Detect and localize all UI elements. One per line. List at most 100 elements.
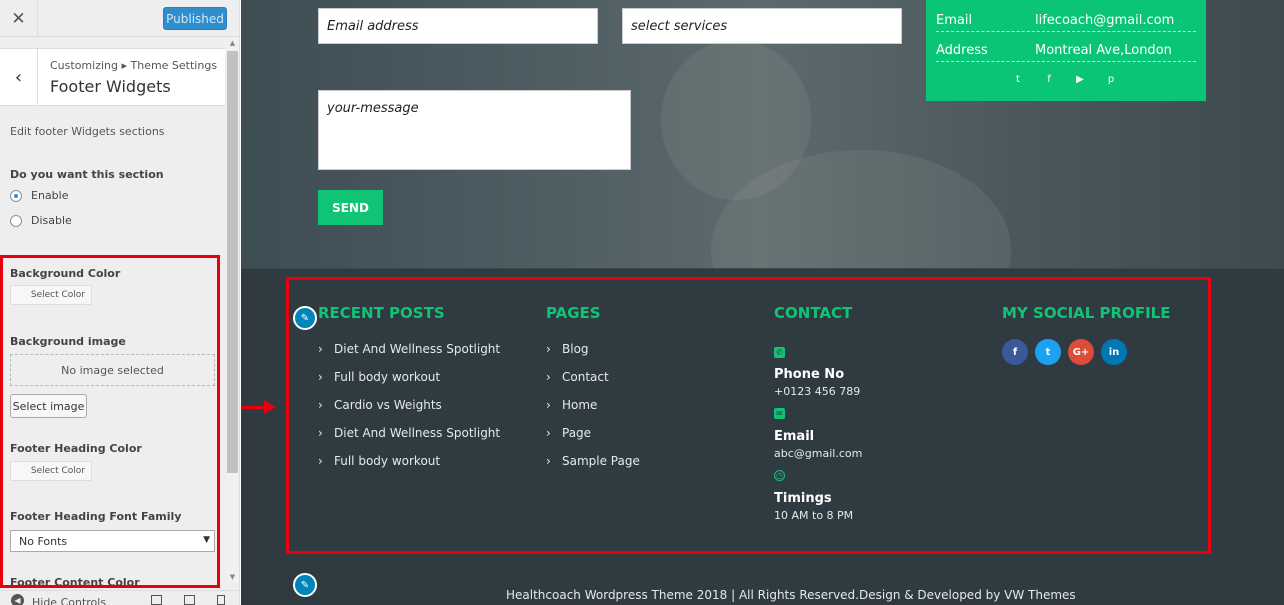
chevron-right-icon: › xyxy=(546,454,551,468)
contact-card-row: Address Montreal Ave,London xyxy=(936,38,1196,62)
services-select[interactable]: select services xyxy=(622,8,902,44)
recent-post-link[interactable]: › Diet And Wellness Spotlight xyxy=(318,342,500,356)
page-link[interactable]: › Sample Page xyxy=(546,454,640,468)
breadcrumb: Customizing ▸ Theme Settings xyxy=(50,59,218,72)
page-link[interactable]: › Page xyxy=(546,426,591,440)
footer-heading-color-label: Footer Heading Color xyxy=(10,442,142,455)
message-textarea[interactable]: your-message xyxy=(318,90,631,170)
section-toggle-title: Do you want this section xyxy=(10,168,164,181)
email-label: Email xyxy=(774,429,815,444)
hide-controls-icon[interactable]: ◀ xyxy=(11,594,24,605)
page-link[interactable]: › Blog xyxy=(546,342,589,356)
chevron-right-icon: › xyxy=(318,426,323,440)
background-image-label: Background image xyxy=(10,335,126,348)
page-title[interactable]: Contact xyxy=(562,370,609,384)
edit-pencil-icon[interactable]: ✎ xyxy=(293,573,317,597)
font-family-select[interactable]: No Fonts ▼ xyxy=(10,530,215,552)
footer-heading-font-label: Footer Heading Font Family xyxy=(10,510,182,523)
youtube-icon[interactable]: ▶ xyxy=(1074,74,1086,85)
published-button[interactable]: Published xyxy=(163,7,227,30)
tablet-preview-icon[interactable] xyxy=(184,595,195,605)
facebook-icon[interactable]: f xyxy=(1002,339,1028,365)
pinterest-icon[interactable]: p xyxy=(1105,74,1117,85)
google-plus-icon[interactable]: G+ xyxy=(1068,339,1094,365)
radio-unchecked-icon[interactable] xyxy=(10,214,22,227)
linkedin-icon[interactable]: in xyxy=(1101,339,1127,365)
recent-post-link[interactable]: › Full body workout xyxy=(318,370,440,384)
social-profile-heading: MY SOCIAL PROFILE xyxy=(1002,304,1171,322)
customizer-header: ✕ Published xyxy=(0,0,239,37)
recent-post-link[interactable]: › Full body workout xyxy=(318,454,440,468)
contact-card-value[interactable]: lifecoach@gmail.com xyxy=(1035,13,1174,28)
send-button[interactable]: SEND xyxy=(318,190,383,225)
hide-controls-button[interactable]: Hide Controls xyxy=(32,596,106,605)
email-value[interactable]: abc@gmail.com xyxy=(774,447,862,460)
chevron-right-icon: › xyxy=(546,426,551,440)
page-title[interactable]: Blog xyxy=(562,342,589,356)
copyright-text: Healthcoach Wordpress Theme 2018 | All R… xyxy=(506,588,1076,602)
enable-radio[interactable]: Enable xyxy=(10,189,68,202)
section-header: ‹ Customizing ▸ Theme Settings Footer Wi… xyxy=(0,48,225,106)
contact-card-row: Email lifecoach@gmail.com xyxy=(936,8,1196,32)
disable-label: Disable xyxy=(31,214,72,227)
timings-value: 10 AM to 8 PM xyxy=(774,509,854,522)
recent-post-title[interactable]: Cardio vs Weights xyxy=(334,398,442,412)
chevron-right-icon: › xyxy=(546,398,551,412)
footer-content-color-label: Footer Content Color xyxy=(10,576,140,589)
desktop-preview-icon[interactable] xyxy=(151,595,162,605)
background-color-picker[interactable]: Select Color xyxy=(10,285,92,305)
edit-pencil-icon[interactable]: ✎ xyxy=(293,306,317,330)
recent-post-title[interactable]: Diet And Wellness Spotlight xyxy=(334,426,500,440)
chevron-right-icon: › xyxy=(318,454,323,468)
radio-checked-icon[interactable] xyxy=(10,189,22,202)
phone-value: +0123 456 789 xyxy=(774,385,861,398)
site-preview: Email address select services your-messa… xyxy=(241,0,1284,605)
scrollbar-thumb[interactable] xyxy=(227,51,238,473)
enable-label: Enable xyxy=(31,189,69,202)
footer-heading-color-picker[interactable]: Select Color xyxy=(10,461,92,481)
contact-card-value: Montreal Ave,London xyxy=(1035,43,1172,58)
chevron-right-icon: › xyxy=(318,370,323,384)
facebook-icon[interactable]: f xyxy=(1043,74,1055,85)
chevron-right-icon: › xyxy=(318,342,323,356)
close-icon[interactable]: ✕ xyxy=(0,0,38,37)
recent-post-title[interactable]: Full body workout xyxy=(334,454,440,468)
twitter-icon[interactable]: t xyxy=(1035,339,1061,365)
annotation-arrow-head xyxy=(264,400,276,414)
page-title[interactable]: Home xyxy=(562,398,597,412)
recent-post-title[interactable]: Full body workout xyxy=(334,370,440,384)
background-color-label: Background Color xyxy=(10,267,121,280)
sidebar-scrollbar[interactable]: ▲ ▼ xyxy=(225,37,239,583)
page-title[interactable]: Sample Page xyxy=(562,454,640,468)
customizer-sidebar: ✕ Published ‹ Customizing ▸ Theme Settin… xyxy=(0,0,240,605)
recent-post-link[interactable]: › Diet And Wellness Spotlight xyxy=(318,426,500,440)
image-placeholder: No image selected xyxy=(10,354,215,386)
contact-heading: CONTACT xyxy=(774,304,853,322)
email-input[interactable]: Email address xyxy=(318,8,598,44)
contact-card-key: Email xyxy=(936,13,973,28)
recent-posts-heading: RECENT POSTS xyxy=(318,304,445,322)
chevron-right-icon: › xyxy=(546,342,551,356)
mobile-preview-icon[interactable] xyxy=(217,595,225,605)
recent-post-link[interactable]: › Cardio vs Weights xyxy=(318,398,442,412)
twitter-icon[interactable]: t xyxy=(1012,74,1024,85)
page-title[interactable]: Page xyxy=(562,426,591,440)
clock-icon: ◷ xyxy=(774,470,785,481)
phone-icon: ✆ xyxy=(774,347,785,358)
hero-background-image: Email address select services your-messa… xyxy=(241,0,1284,268)
page-link[interactable]: › Home xyxy=(546,398,597,412)
recent-post-title[interactable]: Diet And Wellness Spotlight xyxy=(334,342,500,356)
customizer-footer-bar: ◀ Hide Controls xyxy=(0,590,239,605)
back-chevron-icon[interactable]: ‹ xyxy=(0,49,38,106)
scroll-down-arrow-icon[interactable]: ▼ xyxy=(225,573,239,581)
envelope-icon: ✉ xyxy=(774,408,785,419)
page-link[interactable]: › Contact xyxy=(546,370,609,384)
disable-radio[interactable]: Disable xyxy=(10,214,72,227)
chevron-right-icon: › xyxy=(546,370,551,384)
contact-card-key: Address xyxy=(936,43,988,58)
select-image-button[interactable]: Select image xyxy=(10,394,87,418)
section-title: Footer Widgets xyxy=(50,77,171,96)
phone-label: Phone No xyxy=(774,367,845,382)
scroll-up-arrow-icon[interactable]: ▲ xyxy=(225,39,239,47)
font-family-value: No Fonts xyxy=(19,534,68,548)
